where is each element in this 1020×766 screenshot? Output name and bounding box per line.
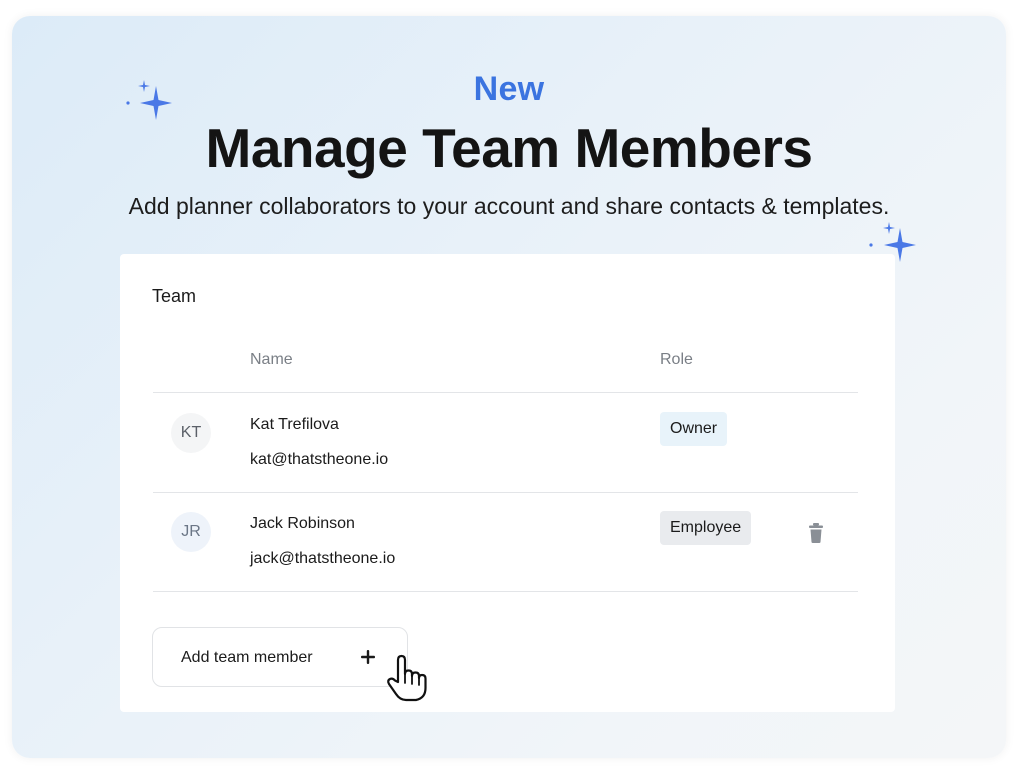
role-badge-employee: Employee xyxy=(660,511,752,545)
avatar: JR xyxy=(171,512,211,552)
hand-pointer-icon xyxy=(387,654,427,702)
team-card: Team Name Role KT Kat Trefilova kat@that… xyxy=(120,254,895,712)
role-column-header: Role xyxy=(660,351,693,368)
name-column-header: Name xyxy=(250,351,293,368)
add-team-member-label: Add team member xyxy=(181,649,313,666)
row-divider xyxy=(153,591,858,592)
team-card-title: Team xyxy=(152,286,197,306)
member-email: kat@thatstheone.io xyxy=(250,451,389,468)
member-email: jack@thatstheone.io xyxy=(250,550,396,567)
member-name: Kat Trefilova xyxy=(250,416,339,433)
plus-icon xyxy=(361,650,375,664)
add-team-member-button[interactable]: Add team member xyxy=(152,627,408,687)
trash-icon[interactable] xyxy=(808,522,824,544)
header-divider xyxy=(153,392,858,393)
page-subtitle: Add planner collaborators to your accoun… xyxy=(128,193,890,219)
member-name: Jack Robinson xyxy=(250,515,355,532)
avatar: KT xyxy=(171,413,211,453)
page-title: Manage Team Members xyxy=(205,117,813,179)
announcement-frame: New Manage Team Members Add planner coll… xyxy=(12,16,1006,758)
role-badge-owner: Owner xyxy=(660,412,728,446)
row-divider xyxy=(153,492,858,493)
new-badge: New xyxy=(473,70,545,108)
